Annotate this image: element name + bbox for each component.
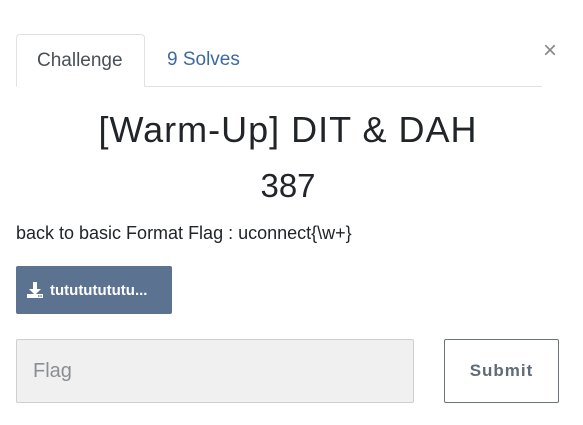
challenge-points: 387: [260, 167, 316, 204]
challenge-tabs: Challenge 9 Solves: [16, 34, 542, 87]
flag-input[interactable]: [16, 339, 414, 403]
tab-solves[interactable]: 9 Solves: [147, 34, 260, 85]
file-download-button[interactable]: tutututututu...: [16, 266, 172, 314]
download-icon: [27, 282, 43, 298]
file-name-label: tutututututu...: [50, 281, 148, 299]
submit-button[interactable]: Submit: [444, 339, 559, 403]
challenge-title: [Warm-Up] DIT & DAH: [98, 109, 478, 150]
challenge-description: back to basic Format Flag : uconnect{\w+…: [16, 223, 352, 243]
tab-challenge[interactable]: Challenge: [16, 34, 145, 87]
close-button[interactable]: ×: [540, 36, 560, 66]
